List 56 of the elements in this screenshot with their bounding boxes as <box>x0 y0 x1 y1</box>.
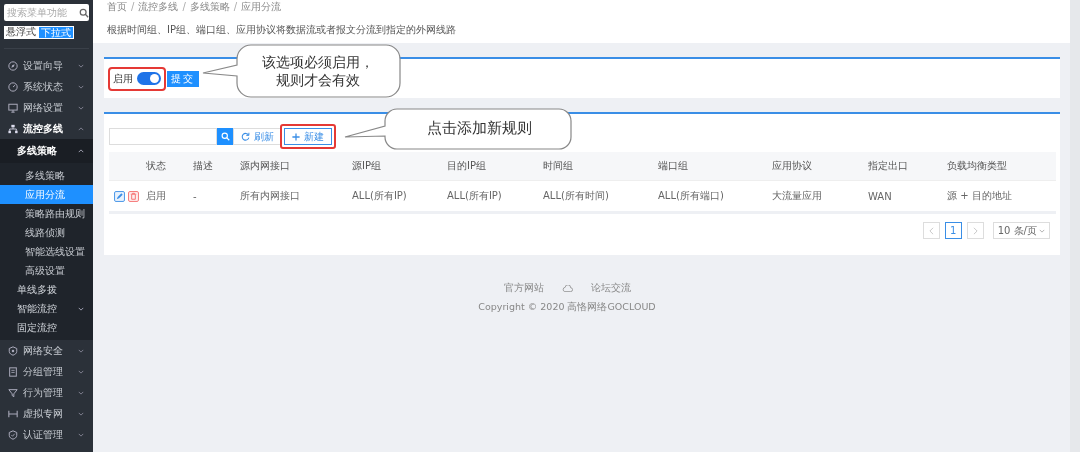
callout-text: 该选项必须启用，规则才会有效 <box>261 53 375 89</box>
menu-item[interactable]: 智能流控 <box>0 299 93 318</box>
table-cell-text: 源 + 目的地址 <box>947 189 1013 203</box>
column-header: 源内网接口 <box>240 159 291 173</box>
page-size-select[interactable]: 10 条/页 <box>992 222 1050 239</box>
menu-search-field[interactable]: 搜索菜单功能 <box>4 4 89 21</box>
mode-tab[interactable]: 悬浮式 <box>4 26 38 39</box>
table-cell-text: 大流量应用 <box>772 189 823 203</box>
column-header: 指定出口 <box>868 159 909 173</box>
menu-item[interactable]: 多线策略 <box>0 166 93 185</box>
table-cell-text: - <box>193 190 198 202</box>
menu-item[interactable]: 智能选线设置 <box>0 242 93 261</box>
table-cell-text: ALL(所有IP) <box>447 189 503 203</box>
page-button[interactable]: 1 <box>944 222 962 239</box>
menu-item[interactable]: 网络安全 <box>0 340 93 361</box>
column-header: 源IP组 <box>352 159 382 173</box>
enable-label: 启用 <box>113 71 133 86</box>
breadcrumb-separator: / <box>233 1 238 13</box>
table-cell-text: ALL(所有时间) <box>543 189 610 203</box>
new-button[interactable]: 新建 <box>284 128 332 145</box>
menu-item[interactable]: 行为管理 <box>0 382 93 403</box>
breadcrumb-separator: / <box>182 1 186 13</box>
table-cell-text: ALL(所有IP) <box>352 189 408 203</box>
column-header: 状态 <box>146 159 167 173</box>
column-header: 时间组 <box>543 159 574 173</box>
breadcrumb-item[interactable]: 首页 <box>107 1 127 13</box>
column-header: 负载均衡类型 <box>947 159 1008 173</box>
table-cell-text: ALL(所有端口) <box>658 189 725 203</box>
menu-item[interactable]: 策略路由规则 <box>0 204 93 223</box>
breadcrumb-item[interactable]: 流控多线 <box>138 1 179 13</box>
column-header: 目的IP组 <box>447 159 487 173</box>
menu-item[interactable]: 多线策略 <box>0 139 93 163</box>
menu-item[interactable]: 网络设置 <box>0 97 93 118</box>
column-header: 应用协议 <box>772 159 813 173</box>
breadcrumb-item[interactable]: 多线策略 <box>189 1 230 13</box>
menu-item[interactable]: 设置向导 <box>0 55 93 76</box>
breadcrumb-separator: / <box>131 1 135 13</box>
menu-item[interactable]: 流控多线 <box>0 118 93 139</box>
copyright-text: Copyright © 2020 高恪网络GOCLOUD <box>478 301 656 314</box>
menu-item[interactable]: 虚拟专网 <box>0 403 93 424</box>
table-cell-text: WAN <box>868 190 893 202</box>
menu-item[interactable]: 系统状态 <box>0 76 93 97</box>
refresh-button[interactable]: 刷新 <box>233 128 282 145</box>
menu-item[interactable]: 固定流控 <box>0 318 93 337</box>
breadcrumb-item: 应用分流 <box>241 1 282 13</box>
menu-item[interactable]: 线路侦测 <box>0 223 93 242</box>
table-cell-text: 所有内网接口 <box>240 189 301 203</box>
column-header: 端口组 <box>658 159 689 173</box>
callout-text: 点击添加新规则 <box>426 119 533 137</box>
menu-item[interactable]: 单线多拨 <box>0 280 93 299</box>
page-description: 根据时间组、IP组、端口组、应用协议将数据流或者报文分流到指定的外网线路 <box>107 23 457 37</box>
table-cell-text: 启用 <box>146 189 167 203</box>
menu-item[interactable]: 分组管理 <box>0 361 93 382</box>
menu-item[interactable]: 高级设置 <box>0 261 93 280</box>
menu-item[interactable]: 认证管理 <box>0 424 93 445</box>
column-header: 描述 <box>193 159 214 173</box>
